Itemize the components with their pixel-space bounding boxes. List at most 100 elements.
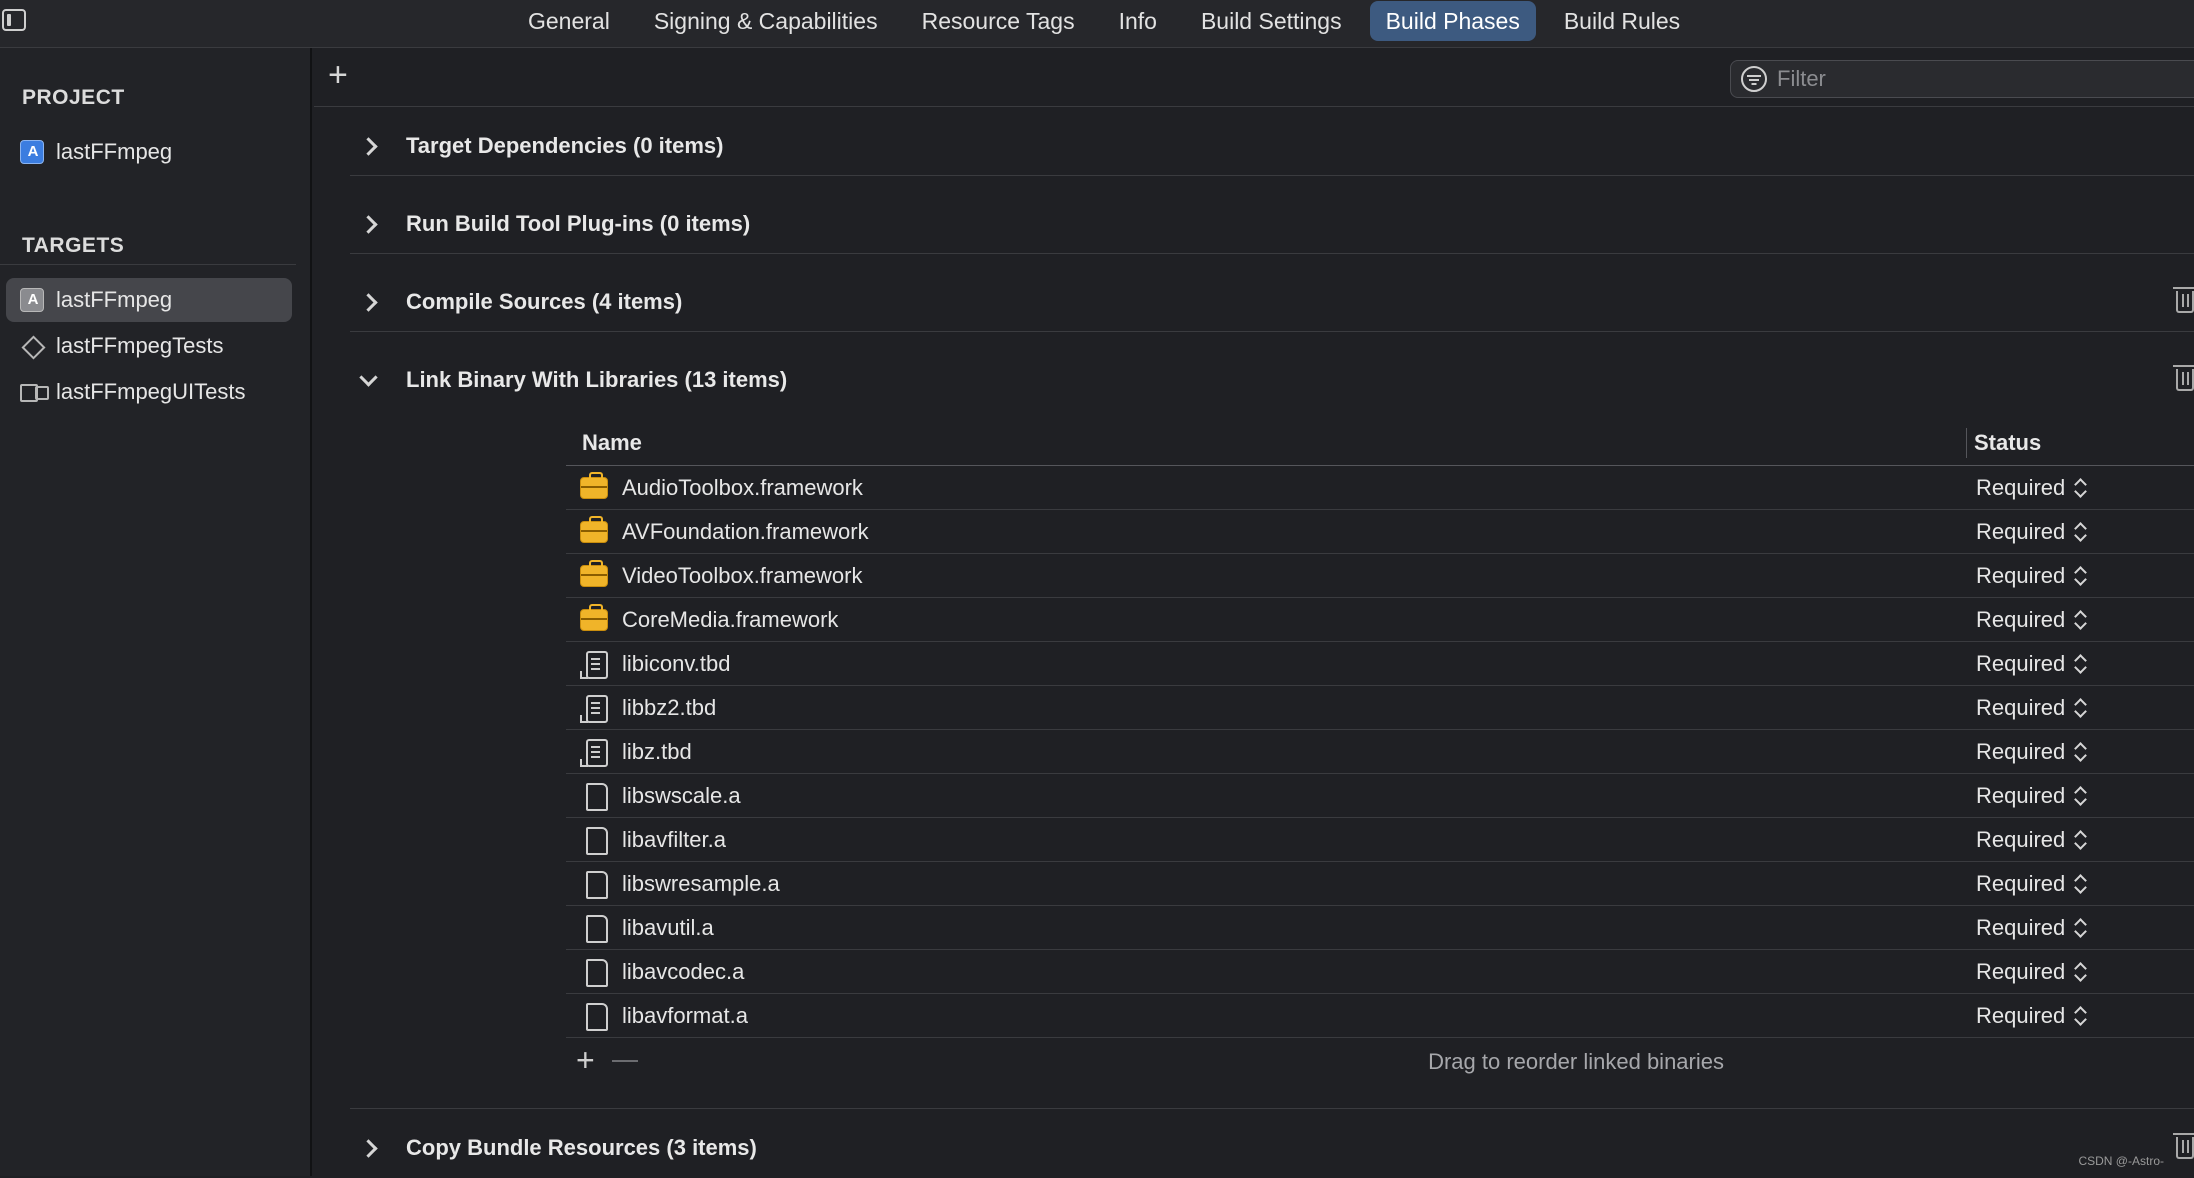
library-name: AVFoundation.framework bbox=[622, 518, 869, 544]
sidebar-item-label: lastFFmpeg bbox=[56, 287, 173, 312]
phase-link-binary-with-libraries[interactable]: Link Binary With Libraries (13 items) bbox=[350, 350, 2194, 410]
table-row[interactable]: libavutil.a Required bbox=[566, 906, 2194, 950]
phase-run-build-tool-plugins[interactable]: Run Build Tool Plug-ins (0 items) bbox=[350, 194, 2194, 254]
phase-compile-sources[interactable]: Compile Sources (4 items) bbox=[350, 272, 2194, 332]
linked-libraries-table: Name Status AudioToolbox.framework Requi… bbox=[566, 420, 2194, 1086]
table-header: Name Status bbox=[566, 420, 2194, 466]
up-down-chevron-icon bbox=[2073, 477, 2087, 499]
table-row[interactable]: libavfilter.a Required bbox=[566, 818, 2194, 862]
unit-test-icon bbox=[20, 334, 44, 358]
table-row[interactable]: AudioToolbox.framework Required bbox=[566, 466, 2194, 510]
project-section-heading: PROJECT bbox=[22, 86, 125, 109]
sidebar-item-label: lastFFmpeg bbox=[56, 139, 173, 164]
editor-tabs: General Signing & Capabilities Resource … bbox=[512, 0, 1708, 42]
column-separator[interactable] bbox=[1966, 428, 1967, 458]
framework-icon bbox=[580, 516, 608, 543]
file-icon bbox=[580, 783, 608, 811]
table-row[interactable]: libavformat.a Required bbox=[566, 994, 2194, 1038]
table-row[interactable]: libbz2.tbd Required bbox=[566, 686, 2194, 730]
sidebar-item-target-uitests[interactable]: lastFFmpegUITests bbox=[6, 370, 292, 414]
status-value: Required bbox=[1976, 474, 2066, 500]
library-name: libiconv.tbd bbox=[622, 650, 731, 676]
table-row[interactable]: libz.tbd Required bbox=[566, 730, 2194, 774]
table-row[interactable]: libswscale.a Required bbox=[566, 774, 2194, 818]
up-down-chevron-icon bbox=[2073, 829, 2087, 851]
chevron-right-icon[interactable] bbox=[358, 136, 378, 156]
phase-target-dependencies[interactable]: Target Dependencies (0 items) bbox=[350, 116, 2194, 176]
sidebar-item-target-tests[interactable]: lastFFmpegTests bbox=[6, 324, 292, 368]
app-icon bbox=[20, 140, 45, 164]
table-row[interactable]: VideoToolbox.framework Required bbox=[566, 554, 2194, 598]
filter-input[interactable] bbox=[1775, 65, 2155, 93]
up-down-chevron-icon bbox=[2073, 521, 2087, 543]
status-value: Required bbox=[1976, 518, 2066, 544]
library-name: libbz2.tbd bbox=[622, 694, 717, 720]
tab-general[interactable]: General bbox=[512, 1, 626, 41]
status-popup[interactable]: Required bbox=[1976, 739, 2087, 765]
table-row[interactable]: AVFoundation.framework Required bbox=[566, 510, 2194, 554]
sidebar-toggle-icon[interactable] bbox=[2, 9, 26, 31]
table-row[interactable]: CoreMedia.framework Required bbox=[566, 598, 2194, 642]
tab-info[interactable]: Info bbox=[1103, 1, 1173, 41]
framework-icon bbox=[580, 472, 608, 499]
tab-build-settings[interactable]: Build Settings bbox=[1185, 1, 1358, 41]
status-value: Required bbox=[1976, 914, 2066, 940]
library-name: libswresample.a bbox=[622, 870, 780, 896]
app-icon bbox=[20, 288, 45, 312]
status-popup[interactable]: Required bbox=[1976, 1003, 2087, 1029]
tab-resource-tags[interactable]: Resource Tags bbox=[906, 1, 1091, 41]
chevron-down-icon[interactable] bbox=[358, 370, 378, 390]
chevron-right-icon[interactable] bbox=[358, 292, 378, 312]
tbd-library-icon bbox=[580, 695, 608, 723]
status-value: Required bbox=[1976, 562, 2066, 588]
status-popup[interactable]: Required bbox=[1976, 959, 2087, 985]
library-name: VideoToolbox.framework bbox=[622, 562, 863, 588]
trash-icon[interactable] bbox=[2173, 1133, 2194, 1159]
sidebar-item-target-lastffmpeg[interactable]: lastFFmpeg bbox=[6, 278, 292, 322]
tbd-library-icon bbox=[580, 739, 608, 767]
status-popup[interactable]: Required bbox=[1976, 783, 2087, 809]
sidebar-item-project[interactable]: lastFFmpeg bbox=[6, 130, 292, 174]
status-popup[interactable]: Required bbox=[1976, 475, 2087, 501]
tab-build-phases[interactable]: Build Phases bbox=[1369, 1, 1536, 41]
status-value: Required bbox=[1976, 694, 2066, 720]
status-popup[interactable]: Required bbox=[1976, 871, 2087, 897]
filter-field[interactable] bbox=[1730, 60, 2194, 98]
table-footer: + Drag to reorder linked binaries bbox=[566, 1038, 2194, 1086]
phase-divider bbox=[350, 1108, 2194, 1109]
chevron-right-icon[interactable] bbox=[358, 214, 378, 234]
sidebar-item-label: lastFFmpegUITests bbox=[56, 379, 246, 404]
table-row[interactable]: libswresample.a Required bbox=[566, 862, 2194, 906]
library-name: CoreMedia.framework bbox=[622, 606, 839, 632]
chevron-right-icon[interactable] bbox=[358, 1138, 378, 1158]
status-popup[interactable]: Required bbox=[1976, 915, 2087, 941]
phase-copy-bundle-resources[interactable]: Copy Bundle Resources (3 items) bbox=[350, 1118, 2194, 1178]
reorder-hint: Drag to reorder linked binaries bbox=[1428, 1049, 1724, 1074]
library-name: libavcodec.a bbox=[622, 958, 745, 984]
column-header-status[interactable]: Status bbox=[1974, 430, 2041, 456]
tbd-library-icon bbox=[580, 651, 608, 679]
tab-signing-capabilities[interactable]: Signing & Capabilities bbox=[638, 1, 894, 41]
status-value: Required bbox=[1976, 606, 2066, 632]
up-down-chevron-icon bbox=[2073, 961, 2087, 983]
status-value: Required bbox=[1976, 958, 2066, 984]
status-popup[interactable]: Required bbox=[1976, 563, 2087, 589]
up-down-chevron-icon bbox=[2073, 785, 2087, 807]
status-popup[interactable]: Required bbox=[1976, 651, 2087, 677]
table-row[interactable]: libavcodec.a Required bbox=[566, 950, 2194, 994]
sidebar-divider bbox=[0, 264, 296, 265]
add-build-phase-button[interactable]: + bbox=[328, 58, 348, 92]
tab-build-rules[interactable]: Build Rules bbox=[1548, 1, 1696, 41]
column-header-name[interactable]: Name bbox=[582, 430, 642, 456]
status-value: Required bbox=[1976, 650, 2066, 676]
up-down-chevron-icon bbox=[2073, 565, 2087, 587]
status-popup[interactable]: Required bbox=[1976, 607, 2087, 633]
file-icon bbox=[580, 915, 608, 943]
status-popup[interactable]: Required bbox=[1976, 519, 2087, 545]
trash-icon[interactable] bbox=[2173, 365, 2194, 391]
status-popup[interactable]: Required bbox=[1976, 695, 2087, 721]
table-row[interactable]: libiconv.tbd Required bbox=[566, 642, 2194, 686]
status-popup[interactable]: Required bbox=[1976, 827, 2087, 853]
filter-icon bbox=[1741, 66, 1767, 92]
trash-icon[interactable] bbox=[2173, 287, 2194, 313]
